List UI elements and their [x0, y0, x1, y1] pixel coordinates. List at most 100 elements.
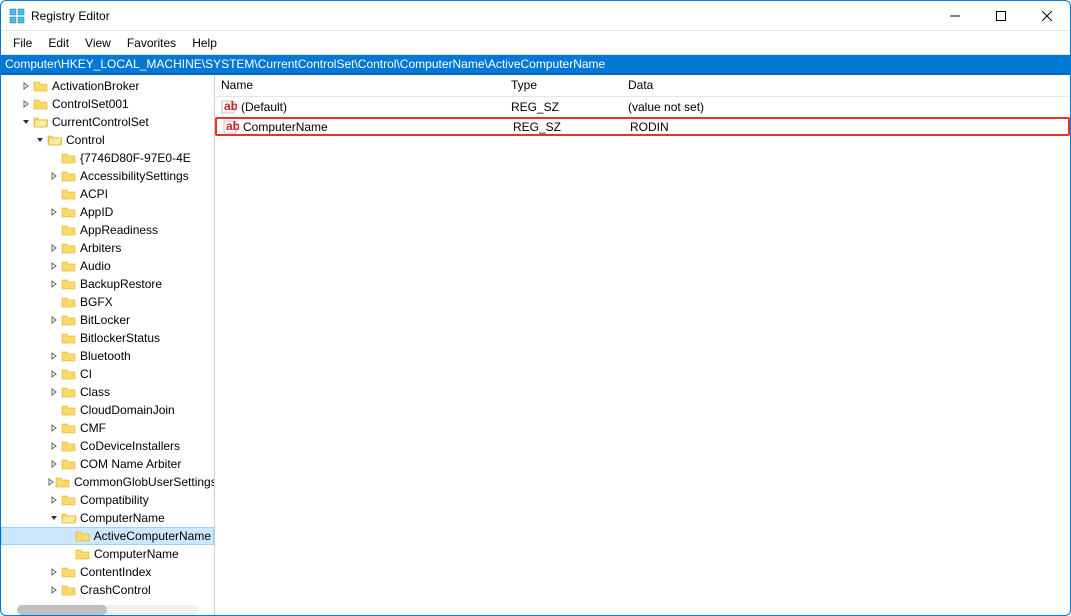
tree-item[interactable]: ActivationBroker: [1, 77, 214, 95]
tree-expander-icon[interactable]: [47, 457, 61, 471]
list-row[interactable]: ab(Default)REG_SZ(value not set): [215, 97, 1070, 116]
cell-data: (value not set): [622, 99, 1070, 115]
folder-icon: [61, 151, 77, 165]
tree-item-label: AppID: [80, 205, 113, 219]
tree-expander-icon[interactable]: [47, 169, 61, 183]
tree-item[interactable]: AppID: [1, 203, 214, 221]
tree-expander-icon[interactable]: [47, 421, 61, 435]
tree-expander-icon[interactable]: [47, 439, 61, 453]
tree-item[interactable]: ComputerName: [1, 509, 214, 527]
tree-expander-icon[interactable]: [33, 133, 47, 147]
tree-expander-icon[interactable]: [47, 475, 55, 489]
menu-help[interactable]: Help: [184, 33, 225, 53]
scrollbar-thumb[interactable]: [17, 605, 107, 615]
tree-item[interactable]: BGFX: [1, 293, 214, 311]
list-row[interactable]: abComputerNameREG_SZRODIN: [215, 117, 1070, 136]
tree: ActivationBrokerControlSet001CurrentCont…: [1, 75, 214, 601]
tree-expander-icon[interactable]: [47, 259, 61, 273]
tree-expander-icon[interactable]: [47, 583, 61, 597]
column-type[interactable]: Type: [505, 75, 622, 96]
tree-expander-icon[interactable]: [19, 97, 33, 111]
tree-expander-icon[interactable]: [47, 277, 61, 291]
tree-item-label: {7746D80F-97E0-4E: [80, 151, 191, 165]
tree-item[interactable]: Bluetooth: [1, 347, 214, 365]
tree-expander-icon[interactable]: [19, 115, 33, 129]
tree-item[interactable]: ControlSet001: [1, 95, 214, 113]
tree-expander-icon[interactable]: [47, 385, 61, 399]
reg-string-icon: ab: [223, 120, 239, 134]
folder-icon: [61, 241, 77, 255]
tree-item[interactable]: Control: [1, 131, 214, 149]
folder-icon: [61, 367, 77, 381]
tree-expander-icon[interactable]: [19, 79, 33, 93]
tree-expander-icon: [61, 547, 75, 561]
folder-icon: [61, 403, 77, 417]
tree-item-label: ComputerName: [94, 547, 179, 561]
svg-text:ab: ab: [226, 120, 239, 133]
tree-expander-icon[interactable]: [47, 313, 61, 327]
tree-item[interactable]: ACPI: [1, 185, 214, 203]
tree-item[interactable]: BitLocker: [1, 311, 214, 329]
tree-item[interactable]: Audio: [1, 257, 214, 275]
tree-item[interactable]: Arbiters: [1, 239, 214, 257]
tree-expander-icon: [62, 529, 75, 543]
tree-expander-icon[interactable]: [47, 349, 61, 363]
list-header: Name Type Data: [215, 75, 1070, 97]
tree-item[interactable]: AccessibilitySettings: [1, 167, 214, 185]
close-button[interactable]: [1024, 1, 1070, 31]
menu-view[interactable]: View: [77, 33, 119, 53]
tree-item[interactable]: BitlockerStatus: [1, 329, 214, 347]
tree-item[interactable]: CI: [1, 365, 214, 383]
tree-item-label: BitLocker: [80, 313, 130, 327]
tree-item-label: BGFX: [80, 295, 113, 309]
folder-icon: [47, 133, 63, 147]
list-body[interactable]: ab(Default)REG_SZ(value not set) ab Comput…: [215, 97, 1070, 615]
tree-item[interactable]: CoDeviceInstallers: [1, 437, 214, 455]
tree-item[interactable]: COM Name Arbiter: [1, 455, 214, 473]
menu-edit[interactable]: Edit: [40, 33, 77, 53]
column-data[interactable]: Data: [622, 75, 904, 96]
tree-expander-icon[interactable]: [47, 511, 61, 525]
tree-expander-icon[interactable]: [47, 493, 61, 507]
tree-item-label: CI: [80, 367, 92, 381]
tree-expander-icon[interactable]: [47, 241, 61, 255]
tree-item[interactable]: CommonGlobUserSettings: [1, 473, 214, 491]
maximize-button[interactable]: [978, 1, 1024, 31]
value-name: ComputerName: [243, 120, 328, 134]
tree-item[interactable]: {7746D80F-97E0-4E: [1, 149, 214, 167]
tree-panel[interactable]: ActivationBrokerControlSet001CurrentCont…: [1, 75, 215, 615]
folder-icon: [61, 511, 77, 525]
menubar: File Edit View Favorites Help: [1, 31, 1070, 55]
tree-item[interactable]: CMF: [1, 419, 214, 437]
tree-item[interactable]: BackupRestore: [1, 275, 214, 293]
tree-item[interactable]: ActiveComputerName: [1, 527, 214, 545]
folder-icon: [61, 187, 77, 201]
folder-icon: [61, 277, 77, 291]
horizontal-scrollbar[interactable]: [17, 605, 198, 615]
tree-expander-icon[interactable]: [47, 565, 61, 579]
tree-item[interactable]: Class: [1, 383, 214, 401]
tree-item[interactable]: CloudDomainJoin: [1, 401, 214, 419]
tree-expander-icon: [47, 151, 61, 165]
menu-favorites[interactable]: Favorites: [119, 33, 184, 53]
cell-type: REG_SZ: [505, 99, 622, 115]
column-name[interactable]: Name: [215, 75, 505, 96]
folder-icon: [61, 169, 77, 183]
tree-item[interactable]: Compatibility: [1, 491, 214, 509]
address-bar[interactable]: Computer\HKEY_LOCAL_MACHINE\SYSTEM\Curre…: [1, 55, 1070, 75]
folder-icon: [61, 493, 77, 507]
cell-name: ab(Default): [215, 99, 505, 115]
tree-item[interactable]: CurrentControlSet: [1, 113, 214, 131]
tree-expander-icon[interactable]: [47, 367, 61, 381]
tree-expander-icon[interactable]: [47, 205, 61, 219]
folder-icon: [33, 79, 49, 93]
folder-icon: [61, 385, 77, 399]
menu-file[interactable]: File: [5, 33, 40, 53]
tree-item[interactable]: ContentIndex: [1, 563, 214, 581]
minimize-button[interactable]: [932, 1, 978, 31]
tree-item-label: Compatibility: [80, 493, 149, 507]
tree-item[interactable]: CrashControl: [1, 581, 214, 599]
tree-item-label: ComputerName: [80, 511, 165, 525]
tree-item[interactable]: AppReadiness: [1, 221, 214, 239]
tree-item[interactable]: ComputerName: [1, 545, 214, 563]
